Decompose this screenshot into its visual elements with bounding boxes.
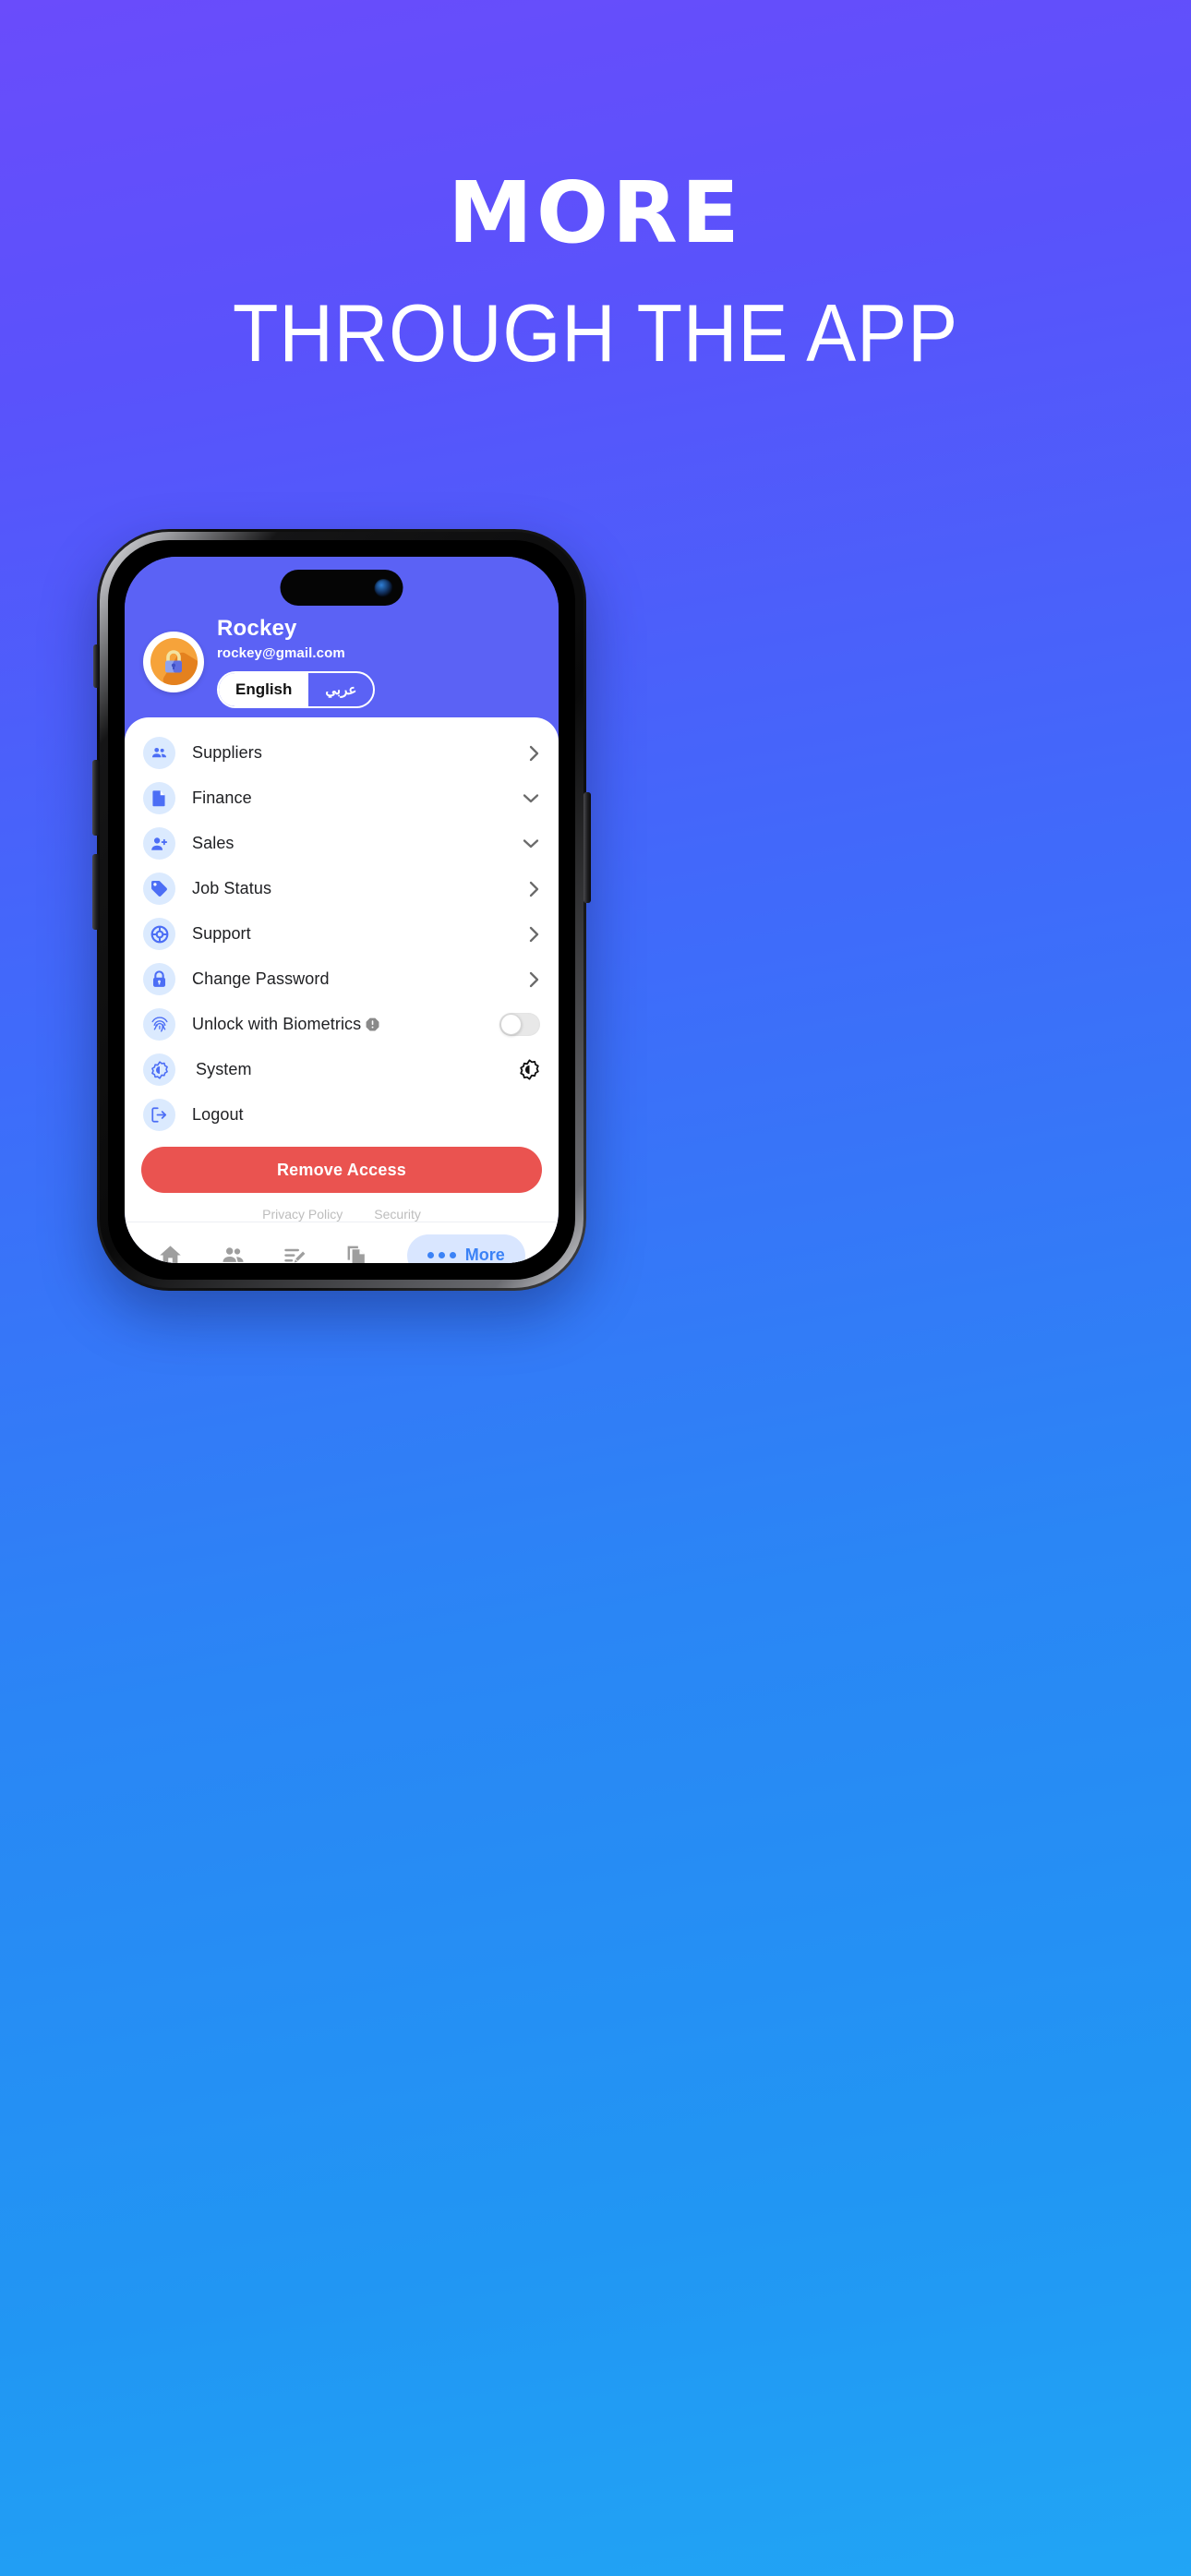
menu-item-support[interactable]: Support (125, 911, 559, 957)
home-icon (160, 1246, 181, 1263)
menu-item-label: Support (192, 924, 251, 943)
menu-item-label: Logout (192, 1105, 244, 1124)
lifebuoy-icon (143, 918, 175, 950)
language-toggle[interactable]: English عربي (217, 670, 376, 708)
edit-list-icon (284, 1248, 306, 1263)
menu-item-change-password[interactable]: Change Password (125, 957, 559, 1002)
security-link[interactable]: Security (374, 1207, 421, 1222)
people-icon (143, 737, 175, 769)
phone-screen: Rockey rockey@gmail.com English عربي Sup… (125, 557, 559, 1263)
nav-item-edit-list[interactable] (283, 1243, 307, 1263)
logout-icon (143, 1099, 175, 1131)
power-button[interactable] (583, 792, 591, 903)
avatar[interactable] (143, 631, 204, 692)
chevron-right-icon (529, 881, 539, 897)
menu-item-label: Unlock with Biometrics (192, 1015, 499, 1034)
promo-line-2: THROUGH THE APP (232, 287, 959, 379)
copy-icon (347, 1246, 366, 1263)
biometrics-toggle[interactable] (499, 1013, 540, 1036)
menu-item-label: System (196, 1060, 252, 1078)
menu-item-label: Suppliers (192, 743, 262, 762)
remove-access-button[interactable]: Remove Access (141, 1147, 542, 1193)
chevron-down-icon (523, 839, 539, 849)
info-icon[interactable] (366, 1017, 379, 1031)
menu-item-label: Finance (192, 788, 252, 807)
menu-item-logout[interactable]: Logout (125, 1092, 559, 1138)
language-option-english[interactable]: English (219, 672, 309, 706)
phone-bezel: Rockey rockey@gmail.com English عربي Sup… (108, 540, 575, 1280)
dots-icon (427, 1252, 456, 1258)
toggle-knob (500, 1014, 522, 1035)
menu-item-label: Change Password (192, 969, 330, 988)
promo-line-1: MORE (448, 163, 743, 262)
volume-down-button[interactable] (92, 854, 100, 930)
phone-mockup: Rockey rockey@gmail.com English عربي Sup… (92, 529, 591, 1291)
document-icon (143, 782, 175, 814)
profile-email: rockey@gmail.com (217, 644, 345, 661)
nav-item-home[interactable] (158, 1243, 183, 1263)
language-option-arabic[interactable]: عربي (308, 673, 373, 706)
privacy-policy-link[interactable]: Privacy Policy (262, 1207, 343, 1222)
brightness-icon (143, 1053, 175, 1086)
volume-up-button[interactable] (92, 760, 100, 836)
fingerprint-icon (143, 1008, 175, 1041)
person-add-icon (143, 827, 175, 860)
menu-item-unlock-biometrics[interactable]: Unlock with Biometrics (125, 1002, 559, 1047)
menu-list: Suppliers Finance Sales Job Status Suppo… (125, 717, 559, 1222)
menu-item-label: Sales (192, 834, 235, 852)
dynamic-island (280, 570, 403, 606)
people-icon (223, 1247, 244, 1262)
nav-item-more[interactable]: More (406, 1234, 525, 1263)
action-button[interactable] (93, 644, 100, 688)
chevron-right-icon (529, 971, 539, 987)
chevron-right-icon (529, 745, 539, 761)
menu-item-label: Job Status (192, 879, 272, 897)
tag-icon (143, 873, 175, 905)
bottom-navigation: More (125, 1222, 559, 1263)
theme-icon[interactable] (519, 1059, 540, 1080)
profile-text: Rockey rockey@gmail.com English عربي (217, 616, 376, 708)
padlock-avatar-icon (150, 638, 198, 686)
menu-item-finance[interactable]: Finance (125, 776, 559, 821)
front-camera-icon (374, 578, 393, 597)
menu-sheet: Suppliers Finance Sales Job Status Suppo… (125, 717, 559, 1263)
chevron-right-icon (529, 926, 539, 942)
promo-headline: MORE THROUGH THE APP (0, 171, 1191, 374)
profile-name: Rockey (217, 616, 297, 641)
menu-item-suppliers[interactable]: Suppliers (125, 730, 559, 776)
lock-icon (143, 963, 175, 995)
legal-links: Privacy Policy Security (141, 1207, 542, 1222)
biometrics-label: Unlock with Biometrics (192, 1015, 362, 1033)
menu-item-system[interactable]: System (125, 1047, 559, 1092)
profile-block: Rockey rockey@gmail.com English عربي (125, 616, 559, 708)
nav-item-copy[interactable] (344, 1243, 369, 1263)
remove-access-wrap: Remove Access Privacy Policy Security (125, 1138, 559, 1222)
menu-item-job-status[interactable]: Job Status (125, 866, 559, 911)
chevron-down-icon (523, 794, 539, 803)
menu-item-sales[interactable]: Sales (125, 821, 559, 866)
nav-more-label: More (464, 1246, 505, 1263)
nav-item-people[interactable] (221, 1243, 246, 1263)
